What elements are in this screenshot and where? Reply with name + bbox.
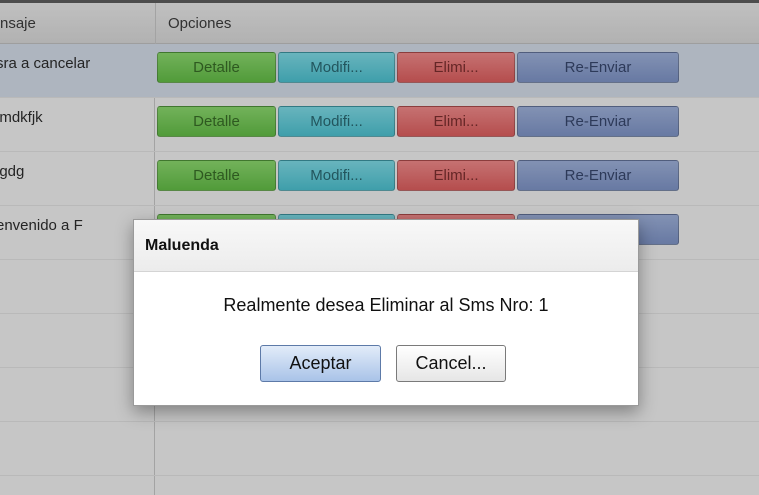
dialog-header[interactable]: Maluenda bbox=[134, 220, 638, 272]
dialog-body: Realmente desea Eliminar al Sms Nro: 1 A… bbox=[134, 272, 638, 405]
accept-button[interactable]: Aceptar bbox=[260, 345, 381, 382]
cancel-button[interactable]: Cancel... bbox=[396, 345, 506, 382]
dialog-title: Maluenda bbox=[145, 237, 219, 254]
confirm-dialog: Maluenda Realmente desea Eliminar al Sms… bbox=[133, 219, 639, 406]
dialog-message: Realmente desea Eliminar al Sms Nro: 1 bbox=[223, 295, 549, 315]
